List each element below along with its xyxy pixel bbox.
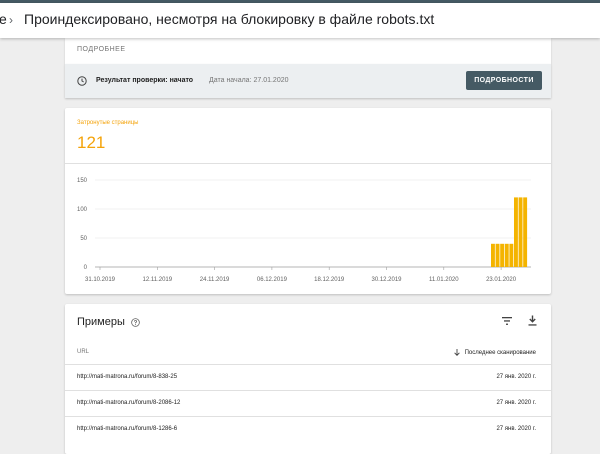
- examples-title: Примеры: [77, 316, 125, 328]
- column-header-last-crawl[interactable]: Последнее сканирование: [453, 349, 536, 356]
- validation-status-label: Результат проверки: начато: [96, 77, 194, 84]
- download-icon[interactable]: [528, 315, 537, 326]
- validation-start-date: Дата начала: 27.01.2020: [209, 77, 289, 84]
- validation-status-bar: Результат проверки: начато Дата начала: …: [65, 64, 551, 98]
- breadcrumb-previous[interactable]: e: [0, 11, 7, 27]
- chart-bar: [491, 243, 495, 267]
- row-date: 27 янв. 2020 г.: [496, 426, 536, 432]
- details-button[interactable]: ПОДРОБНОСТИ: [466, 71, 542, 90]
- chart-bar: [500, 243, 505, 267]
- column-header-url[interactable]: URL: [77, 349, 89, 355]
- help-icon[interactable]: [131, 318, 140, 327]
- chart-bar: [504, 243, 509, 267]
- y-tick-label: 100: [77, 207, 88, 213]
- x-tick-label: 23.01.2020: [486, 277, 517, 283]
- x-tick-label: 30.12.2019: [371, 277, 402, 283]
- x-tick-label: 06.12.2019: [257, 277, 288, 283]
- row-date: 27 янв. 2020 г.: [496, 400, 536, 406]
- y-tick-label: 50: [80, 236, 87, 242]
- chart-bar: [514, 197, 518, 267]
- status-card: ПОДРОБНЕЕ Результат проверки: начато Дат…: [65, 38, 551, 99]
- chart-bar: [509, 243, 514, 267]
- examples-card: Примеры URL Последнее сканирование http:…: [65, 304, 551, 454]
- sort-arrow-down-icon: [453, 349, 460, 356]
- x-tick-label: 11.01.2020: [429, 277, 459, 283]
- affected-pages-card: Затронутые страницы 121 0 50 100 150 31.10.2…: [65, 108, 551, 294]
- table-row[interactable]: http://mati-matrona.ru/forum/8-2086-12 2…: [65, 390, 551, 416]
- y-tick-label: 150: [77, 178, 88, 184]
- clock-icon: [77, 76, 87, 86]
- row-date: 27 янв. 2020 г.: [496, 374, 536, 380]
- chart-bar: [518, 197, 523, 267]
- x-tick-label: 18.12.2019: [314, 277, 345, 283]
- row-url: http://mati-matrona.ru/forum/8-838-25: [77, 374, 178, 380]
- y-tick-label: 0: [84, 265, 88, 271]
- more-label[interactable]: ПОДРОБНЕЕ: [77, 46, 126, 53]
- examples-table-body: http://mati-matrona.ru/forum/8-838-25 27…: [65, 364, 551, 442]
- chart-bar: [523, 197, 528, 267]
- table-row[interactable]: http://mati-matrona.ru/forum/8-1286-6 27…: [65, 416, 551, 442]
- chart-bar: [495, 243, 500, 267]
- row-url: http://mati-matrona.ru/forum/8-1286-6: [77, 426, 178, 432]
- column-header-last-crawl-label: Последнее сканирование: [464, 349, 536, 356]
- row-url: http://mati-matrona.ru/forum/8-2086-12: [77, 400, 181, 406]
- breadcrumb-separator-icon: ›: [9, 13, 13, 27]
- x-tick-label: 24.11.2019: [200, 277, 230, 283]
- affected-pages-chart: 0 50 100 150 31.10.2019 12.11.2019 24.11.2019 0…: [77, 178, 531, 283]
- page-title: Проиндексировано, несмотря на блокировку…: [24, 11, 435, 27]
- more-section: ПОДРОБНЕЕ: [65, 38, 551, 64]
- x-tick-label: 31.10.2019: [85, 277, 116, 283]
- x-tick-label: 12.11.2019: [143, 277, 173, 283]
- page-header: e › Проиндексировано, несмотря на блокир…: [0, 3, 600, 38]
- filter-icon[interactable]: [502, 317, 512, 325]
- table-row[interactable]: http://mati-matrona.ru/forum/8-838-25 27…: [65, 364, 551, 390]
